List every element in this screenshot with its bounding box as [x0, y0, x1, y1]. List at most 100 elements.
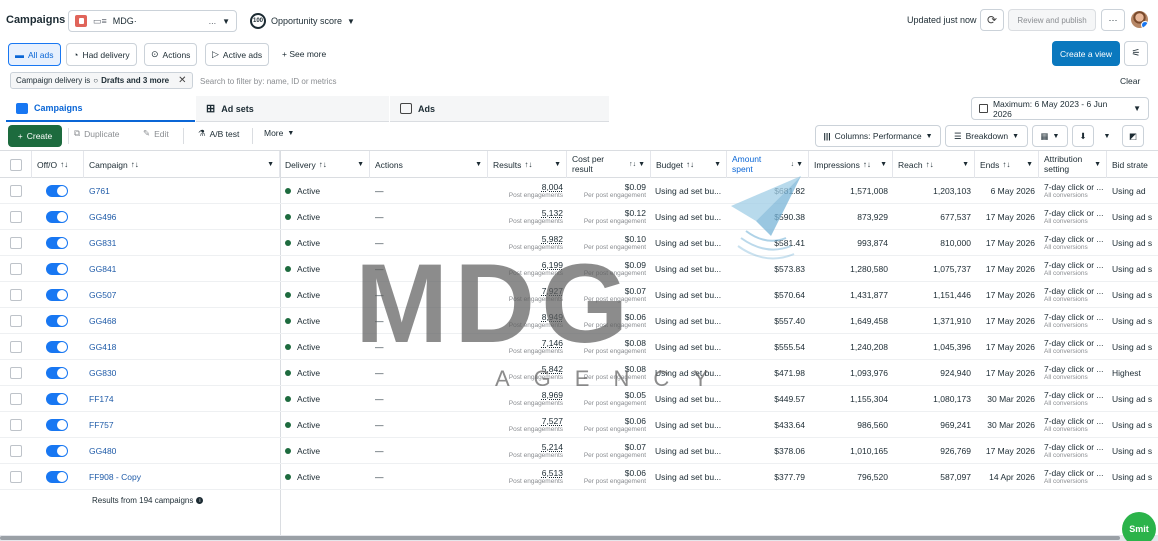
- campaign-toggle[interactable]: [46, 445, 68, 457]
- ab-test-button[interactable]: ⚗ A/B test: [198, 128, 239, 139]
- campaign-name-link[interactable]: GG496: [89, 204, 274, 230]
- row-checkbox[interactable]: [10, 289, 22, 301]
- chevron-down-icon: ▼: [1052, 132, 1060, 140]
- create-view-button[interactable]: Create a view: [1052, 41, 1120, 66]
- delivery-filter-pill[interactable]: Campaign delivery is ○ Drafts and 3 more…: [10, 72, 193, 89]
- results-value[interactable]: 5,132: [542, 208, 563, 219]
- close-icon[interactable]: ✕: [178, 75, 186, 86]
- opportunity-score[interactable]: 100 Opportunity score ▼: [250, 13, 355, 29]
- col-bid-strategy[interactable]: Bid strate: [1107, 151, 1158, 178]
- campaign-toggle[interactable]: [46, 341, 68, 353]
- campaign-toggle[interactable]: [46, 185, 68, 197]
- results-value[interactable]: 8,949: [542, 312, 563, 323]
- campaign-name-link[interactable]: GG831: [89, 230, 274, 256]
- export-button[interactable]: ⬇: [1072, 125, 1094, 147]
- col-budget[interactable]: Budget ↑↓ ▼: [651, 151, 727, 178]
- row-select-cell: [10, 438, 24, 464]
- campaign-name-link[interactable]: FF908 - Copy: [89, 464, 274, 490]
- campaign-toggle[interactable]: [46, 471, 68, 483]
- results-value[interactable]: 7,527: [542, 416, 563, 427]
- filter-had-delivery[interactable]: ◔ Had delivery: [66, 43, 137, 66]
- campaign-name-link[interactable]: GG468: [89, 308, 274, 334]
- campaign-toggle[interactable]: [46, 315, 68, 327]
- campaign-name-link[interactable]: GG841: [89, 256, 274, 282]
- campaign-toggle[interactable]: [46, 289, 68, 301]
- search-input[interactable]: [200, 73, 700, 89]
- row-checkbox[interactable]: [10, 341, 22, 353]
- col-amount-spent[interactable]: Amount spent ↓ ▼: [727, 151, 809, 178]
- row-checkbox[interactable]: [10, 211, 22, 223]
- row-checkbox[interactable]: [10, 367, 22, 379]
- campaign-name-link[interactable]: G761: [89, 178, 274, 204]
- campaign-toggle[interactable]: [46, 237, 68, 249]
- chat-widget-button[interactable]: Smit: [1122, 512, 1156, 541]
- campaign-toggle[interactable]: [46, 263, 68, 275]
- col-impressions[interactable]: Impressions ↑↓ ▼: [809, 151, 893, 178]
- campaign-toggle[interactable]: [46, 211, 68, 223]
- results-value[interactable]: 5,842: [542, 364, 563, 375]
- results-value[interactable]: 7,927: [542, 286, 563, 297]
- campaign-toggle[interactable]: [46, 419, 68, 431]
- duplicate-button[interactable]: ⧉ Duplicate: [74, 128, 120, 139]
- results-value[interactable]: 7,146: [542, 338, 563, 349]
- tab-ad-sets[interactable]: ⊞ Ad sets: [196, 96, 389, 122]
- avatar[interactable]: [1131, 11, 1148, 28]
- see-more-link[interactable]: + See more: [282, 49, 326, 59]
- review-publish-button[interactable]: Review and publish: [1008, 9, 1096, 31]
- horizontal-scrollbar[interactable]: [0, 535, 1158, 541]
- row-checkbox[interactable]: [10, 393, 22, 405]
- row-checkbox[interactable]: [10, 185, 22, 197]
- select-all-checkbox[interactable]: [9, 158, 22, 171]
- row-checkbox[interactable]: [10, 315, 22, 327]
- date-range-picker[interactable]: Maximum: 6 May 2023 - 6 Jun 2026 ▼: [971, 97, 1149, 120]
- refresh-button[interactable]: ⟳: [980, 9, 1004, 31]
- clear-button[interactable]: Clear: [1120, 76, 1140, 86]
- campaign-name-link[interactable]: GG480: [89, 438, 274, 464]
- row-checkbox[interactable]: [10, 237, 22, 249]
- actions-cell: —: [375, 238, 384, 248]
- campaign-toggle[interactable]: [46, 367, 68, 379]
- breakdown-dropdown[interactable]: ☰ Breakdown ▼: [945, 125, 1028, 147]
- col-off-on[interactable]: Off/O ↑↓: [32, 151, 84, 178]
- account-selector[interactable]: ▭≡ MDG· ... ▼: [68, 10, 237, 32]
- more-options-button[interactable]: ···: [1101, 9, 1125, 31]
- campaign-name-link[interactable]: GG418: [89, 334, 274, 360]
- col-delivery[interactable]: Delivery ↑↓ ▼: [280, 151, 370, 178]
- chart-button[interactable]: ◩: [1122, 125, 1144, 147]
- edit-button[interactable]: ✎ Edit: [143, 128, 169, 139]
- results-value[interactable]: 6,199: [542, 260, 563, 271]
- col-results[interactable]: Results ↑↓ ▼: [488, 151, 567, 178]
- col-attribution[interactable]: Attribution setting ▼: [1039, 151, 1107, 178]
- row-checkbox[interactable]: [10, 471, 22, 483]
- row-checkbox[interactable]: [10, 263, 22, 275]
- tab-ads[interactable]: Ads: [390, 96, 609, 122]
- campaign-name-link[interactable]: FF757: [89, 412, 274, 438]
- results-value[interactable]: 5,214: [542, 442, 563, 453]
- reports-dropdown[interactable]: ▦ ▼: [1032, 125, 1068, 147]
- row-checkbox[interactable]: [10, 419, 22, 431]
- results-value[interactable]: 8,969: [542, 390, 563, 401]
- col-campaign[interactable]: Campaign ↑↓ ▼: [84, 151, 280, 178]
- export-dropdown[interactable]: ▼: [1097, 125, 1117, 147]
- results-value[interactable]: 5,982: [542, 234, 563, 245]
- row-checkbox[interactable]: [10, 445, 22, 457]
- campaign-toggle[interactable]: [46, 393, 68, 405]
- col-ends[interactable]: Ends ↑↓ ▼: [975, 151, 1039, 178]
- filter-settings-button[interactable]: ⚟: [1124, 41, 1148, 66]
- campaign-name-link[interactable]: GG507: [89, 282, 274, 308]
- filter-active-ads[interactable]: ▷ Active ads: [205, 43, 270, 66]
- more-dropdown[interactable]: More ▼: [264, 128, 294, 138]
- filter-actions[interactable]: ⊙ Actions: [144, 43, 198, 66]
- col-actions[interactable]: Actions ▼: [370, 151, 488, 178]
- filter-all-ads[interactable]: ▬ All ads: [8, 43, 61, 66]
- results-value[interactable]: 8,004: [542, 182, 563, 193]
- tab-campaigns[interactable]: Campaigns: [6, 96, 195, 122]
- campaign-name-link[interactable]: GG830: [89, 360, 274, 386]
- info-icon[interactable]: i: [196, 497, 204, 504]
- results-value[interactable]: 6,513: [542, 468, 563, 479]
- col-cost-per-result[interactable]: Cost per result ↑↓ ▼: [567, 151, 651, 178]
- columns-dropdown[interactable]: ||| Columns: Performance ▼: [815, 125, 941, 147]
- col-reach[interactable]: Reach ↑↓ ▼: [893, 151, 975, 178]
- create-button[interactable]: + Create: [8, 125, 62, 147]
- campaign-name-link[interactable]: FF174: [89, 386, 274, 412]
